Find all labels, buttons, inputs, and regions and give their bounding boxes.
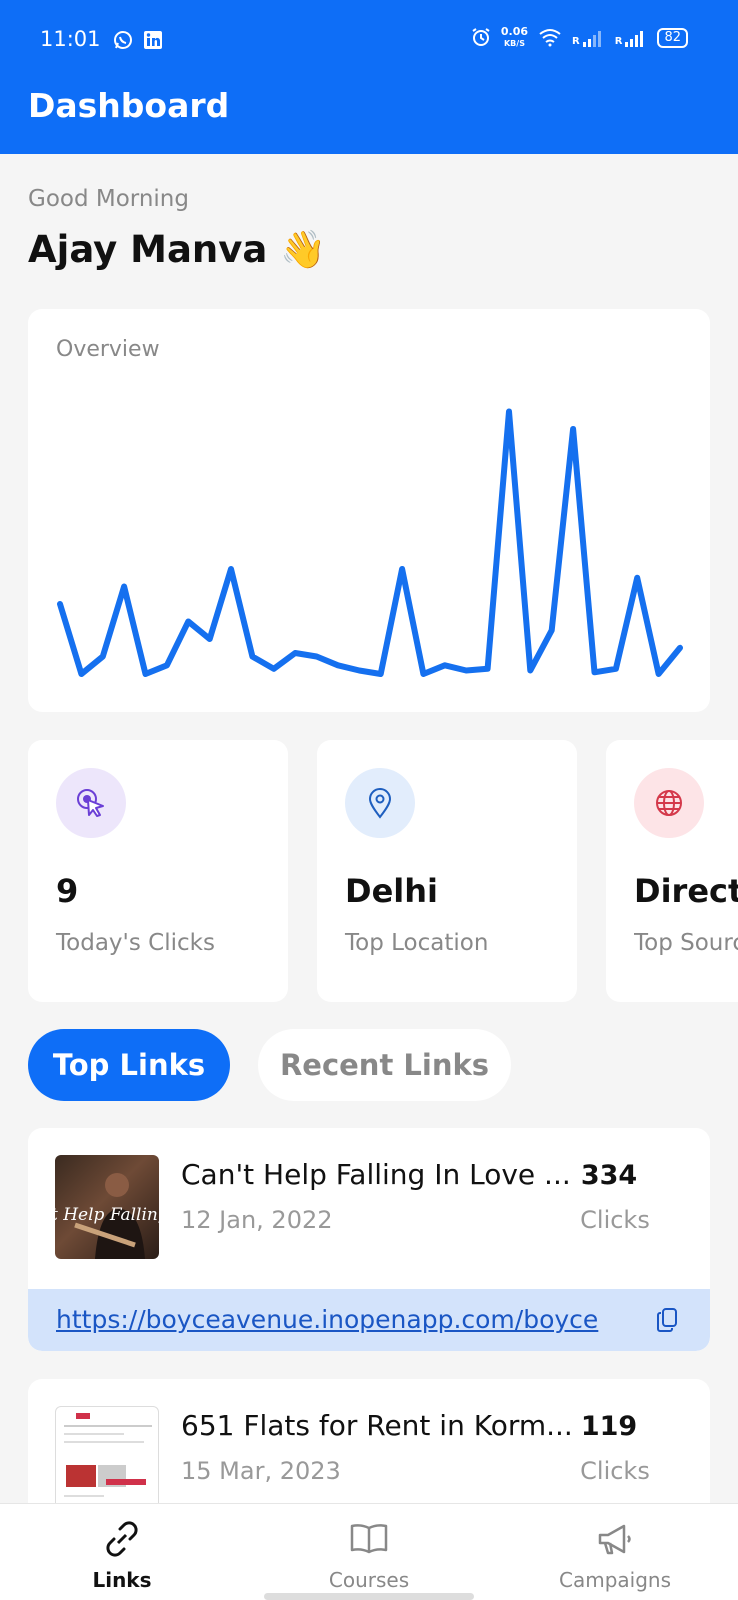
bottom-navigation: Links Courses Campaigns: [0, 1503, 738, 1600]
user-name: Ajay Manva 👋: [28, 228, 327, 271]
status-right: 0.06 KB/S R R 82: [471, 26, 688, 50]
net-speed-value: 0.06: [500, 25, 529, 38]
stat-label-source: Top Source: [634, 930, 738, 956]
status-time: 11:01: [40, 27, 101, 51]
copy-icon[interactable]: [654, 1306, 682, 1334]
nav-item-links[interactable]: Links: [42, 1516, 202, 1592]
megaphone-icon: [592, 1516, 638, 1562]
link-url[interactable]: https://boyceavenue.inopenapp.com/boyce: [56, 1305, 598, 1334]
nav-label-campaigns: Campaigns: [558, 1568, 671, 1592]
signal-label: R: [572, 36, 580, 47]
page-title: Dashboard: [28, 86, 230, 125]
link-card[interactable]: t Help Falling In Can't Help Falling In …: [28, 1128, 710, 1351]
stat-card-location[interactable]: [317, 740, 577, 1002]
alarm-icon: [471, 27, 491, 50]
link-thumbnail: t Help Falling In: [55, 1155, 159, 1259]
link-title: 651 Flats for Rent in Korm...: [181, 1409, 573, 1442]
wifi-icon: [538, 27, 562, 50]
cursor-click-icon: [56, 768, 126, 838]
net-speed-unit: KB/S: [503, 39, 525, 48]
signal-label: R: [614, 36, 623, 47]
home-indicator: [264, 1593, 474, 1600]
map-pin-icon: [345, 768, 415, 838]
overview-line-chart: [57, 408, 683, 677]
nav-item-courses[interactable]: Courses: [289, 1516, 449, 1592]
nav-item-campaigns[interactable]: Campaigns: [535, 1516, 695, 1592]
net-speed: 0.06 KB/S: [501, 26, 528, 50]
link-date: 15 Mar, 2023: [181, 1457, 341, 1485]
signal-icon: R: [615, 29, 648, 47]
globe-icon: [634, 768, 704, 838]
stat-value-source: Direct: [634, 872, 738, 910]
whatsapp-icon: [112, 29, 134, 51]
link-url-bar: https://boyceavenue.inopenapp.com/boyce: [28, 1289, 710, 1351]
stat-label-clicks: Today's Clicks: [56, 930, 215, 956]
tab-top-links[interactable]: Top Links: [28, 1029, 230, 1101]
link-clicks-label: Clicks: [580, 1457, 650, 1485]
nav-label-links: Links: [92, 1568, 152, 1592]
overview-card: Overview: [28, 309, 710, 712]
book-icon: [346, 1516, 392, 1562]
top-app-bar: 11:01 0.06 KB/S R R 82 Dashboard: [0, 0, 738, 154]
stats-carousel[interactable]: [0, 740, 738, 1002]
linkedin-icon: [142, 29, 164, 51]
stat-label-location: Top Location: [345, 930, 489, 956]
stat-value-location: Delhi: [345, 872, 438, 910]
nav-label-courses: Courses: [328, 1568, 410, 1592]
link-title: Can't Help Falling In Love ...: [181, 1158, 571, 1191]
stat-text-clip-source: Direct Top Source: [634, 860, 738, 980]
link-clicks-label: Clicks: [580, 1206, 650, 1234]
notification-icons: [112, 29, 164, 51]
link-click-count: 334: [580, 1160, 638, 1191]
greeting-salutation: Good Morning: [28, 186, 189, 212]
tab-recent-links[interactable]: Recent Links: [258, 1029, 511, 1101]
stat-value-clicks: 9: [56, 872, 79, 910]
signal-icon: R: [572, 29, 605, 47]
battery-indicator: 82: [657, 28, 688, 48]
link-thumbnail: [55, 1406, 159, 1510]
thumbnail-caption: t Help Falling In: [55, 1205, 159, 1225]
stat-card-clicks[interactable]: [28, 740, 288, 1002]
chart-series-line: [57, 408, 683, 677]
link-icon: [99, 1516, 145, 1562]
link-click-count: 119: [580, 1411, 638, 1442]
link-date: 12 Jan, 2022: [181, 1206, 333, 1234]
